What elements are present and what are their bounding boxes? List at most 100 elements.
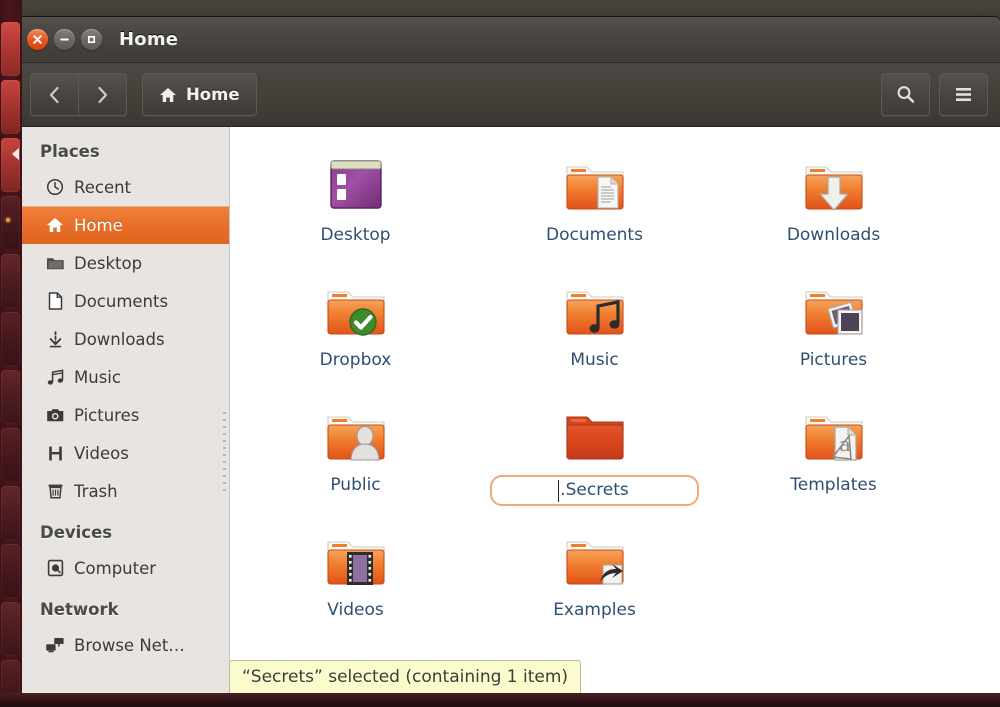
toolbar: Home (18, 63, 1000, 127)
sidebar-resize-grip[interactable] (223, 412, 226, 494)
minimize-button[interactable] (54, 29, 75, 50)
status-bar: “Secrets” selected (containing 1 item) (229, 660, 581, 693)
bottom-window-edge (0, 693, 1000, 707)
launcher-item-5[interactable] (1, 254, 20, 308)
minimize-icon (59, 34, 70, 45)
launcher-item-1[interactable] (1, 22, 20, 76)
maximize-button[interactable] (81, 29, 102, 50)
file-item-public[interactable]: Public (236, 391, 475, 516)
sidebar-item-label: Documents (74, 292, 168, 311)
screen: Home Home (0, 0, 1000, 707)
launcher-item-10[interactable] (1, 544, 20, 598)
sidebar-item-label: Computer (74, 559, 156, 578)
rename-input-value: .Secrets (560, 480, 629, 500)
home-icon (45, 215, 65, 235)
launcher-item-6[interactable] (1, 312, 20, 366)
folder-videos-icon (317, 522, 395, 594)
file-item-desktop[interactable]: Desktop (236, 141, 475, 266)
file-item-templates[interactable]: a Templates (714, 391, 953, 516)
close-icon (32, 34, 43, 45)
file-label: Documents (546, 225, 643, 245)
file-item-secrets[interactable]: .Secrets (475, 391, 714, 516)
folder-documents-icon (556, 147, 634, 219)
folder-public-icon (317, 397, 395, 469)
launcher-item-8[interactable] (1, 428, 20, 482)
menu-button[interactable] (939, 73, 988, 116)
close-button[interactable] (27, 29, 48, 50)
sidebar-item-videos[interactable]: Videos (18, 434, 229, 472)
desktop-window-icon (317, 147, 395, 219)
sidebar-item-music[interactable]: Music (18, 358, 229, 396)
launcher-focus-arrow-icon (12, 148, 19, 160)
file-item-downloads[interactable]: Downloads (714, 141, 953, 266)
file-label: Music (570, 350, 618, 370)
window-body: Places Recent (18, 127, 1000, 693)
document-icon (45, 291, 65, 311)
file-label: Public (330, 475, 380, 495)
file-item-videos[interactable]: Videos (236, 516, 475, 641)
launcher-item-4[interactable] (1, 196, 20, 250)
file-label: Examples (553, 600, 636, 620)
launcher-item-7[interactable] (1, 370, 20, 424)
file-label: Pictures (800, 350, 867, 370)
breadcrumb-home-button[interactable]: Home (142, 73, 257, 116)
sidebar-item-documents[interactable]: Documents (18, 282, 229, 320)
file-item-examples[interactable]: Examples (475, 516, 714, 641)
launcher-item-3[interactable] (1, 138, 20, 192)
title-bar: Home (18, 17, 1000, 63)
computer-icon (45, 558, 65, 578)
sidebar-section-devices: Devices (18, 510, 229, 549)
folder-dropbox-icon (317, 272, 395, 344)
camera-icon (45, 405, 65, 425)
sidebar-item-browse-network[interactable]: Browse Net… (18, 626, 229, 664)
sidebar-item-trash[interactable]: Trash (18, 472, 229, 510)
file-item-documents[interactable]: Documents (475, 141, 714, 266)
launcher-item-2[interactable] (1, 80, 20, 134)
sidebar-item-home[interactable]: Home (18, 206, 229, 244)
trash-icon (45, 481, 65, 501)
launcher-item-11[interactable] (1, 602, 20, 656)
sidebar-item-label: Trash (74, 482, 118, 501)
film-icon (45, 443, 65, 463)
sidebar-item-downloads[interactable]: Downloads (18, 320, 229, 358)
window-title: Home (119, 29, 178, 50)
file-label: Desktop (320, 225, 390, 245)
navigation-buttons (30, 73, 127, 116)
unity-launcher[interactable] (0, 0, 22, 707)
file-label: Videos (327, 600, 384, 620)
file-label: Templates (790, 475, 876, 495)
folder-icon (45, 253, 65, 273)
sidebar-item-label: Pictures (74, 406, 139, 425)
folder-music-icon (556, 272, 634, 344)
search-button[interactable] (881, 73, 930, 116)
maximize-icon (86, 34, 97, 45)
launcher-item-9[interactable] (1, 486, 20, 540)
folder-downloads-icon (795, 147, 873, 219)
file-item-dropbox[interactable]: Dropbox (236, 266, 475, 391)
forward-button[interactable] (78, 74, 126, 115)
folder-pictures-icon (795, 272, 873, 344)
search-icon (895, 84, 916, 105)
rename-input[interactable]: .Secrets (490, 475, 699, 506)
icon-grid: Desktop (230, 127, 1000, 641)
places-sidebar[interactable]: Places Recent (18, 127, 230, 693)
clock-icon (45, 177, 65, 197)
folder-templates-icon: a (795, 397, 873, 469)
sidebar-item-computer[interactable]: Computer (18, 549, 229, 587)
file-item-music[interactable]: Music (475, 266, 714, 391)
window-controls (27, 29, 102, 50)
sidebar-item-pictures[interactable]: Pictures (18, 396, 229, 434)
sidebar-item-label: Downloads (74, 330, 165, 349)
back-button[interactable] (31, 74, 78, 115)
sidebar-item-desktop[interactable]: Desktop (18, 244, 229, 282)
download-icon (45, 329, 65, 349)
sidebar-item-recent[interactable]: Recent (18, 168, 229, 206)
sidebar-item-label: Desktop (74, 254, 142, 273)
sidebar-item-label: Recent (74, 178, 131, 197)
file-view[interactable]: Desktop (230, 127, 1000, 693)
sidebar-section-places: Places (18, 137, 229, 168)
sidebar-item-label: Home (74, 216, 123, 235)
breadcrumb-home-label: Home (186, 85, 240, 104)
file-item-pictures[interactable]: Pictures (714, 266, 953, 391)
home-icon (159, 87, 177, 103)
